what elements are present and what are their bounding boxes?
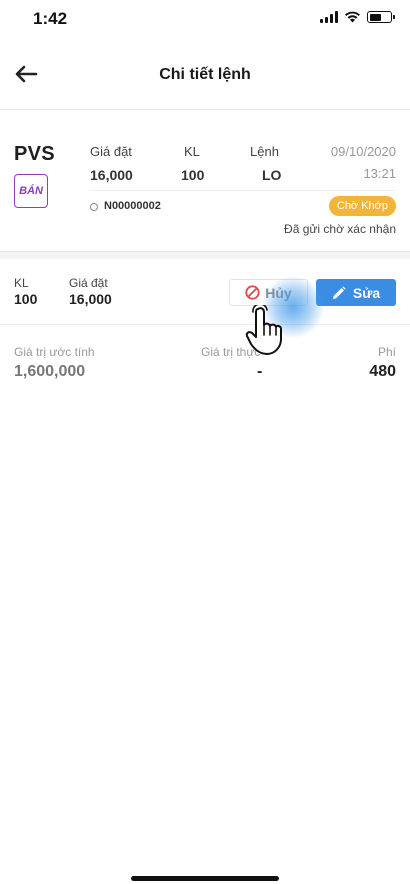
home-indicator xyxy=(131,876,279,881)
edit-order-button[interactable]: Sửa xyxy=(316,279,396,306)
cellular-signal-icon xyxy=(320,11,338,23)
status-note: Đã gửi chờ xác nhận xyxy=(284,222,396,236)
quantity-value: 100 xyxy=(181,167,205,183)
battery-icon xyxy=(367,11,395,23)
prohibited-icon xyxy=(245,285,260,300)
order-type-value: LO xyxy=(262,167,282,183)
action-row: KL 100 Giá đặt 16,000 Hủy Sửa xyxy=(0,259,410,325)
order-summary: Giá trị ước tính 1,600,000 Giá trị thực … xyxy=(0,326,410,386)
pencil-icon xyxy=(332,285,346,299)
estimated-value: 1,600,000 xyxy=(14,363,86,380)
order-side-badge: BÁN xyxy=(14,174,48,208)
matched-value: - xyxy=(257,363,263,380)
fee-label: Phí xyxy=(377,345,396,359)
edit-button-label: Sửa xyxy=(352,284,381,301)
status-icons xyxy=(320,11,395,23)
order-id: N00000002 xyxy=(104,200,161,212)
status-bar: 1:42 xyxy=(0,0,410,40)
circle-icon xyxy=(90,203,98,211)
order-date: 09/10/2020 xyxy=(330,144,396,159)
price-value: 16,000 xyxy=(90,167,133,183)
cancel-button-label: Hủy xyxy=(265,284,292,301)
cancel-order-button[interactable]: Hủy xyxy=(229,279,308,306)
action-price-value: 16,000 xyxy=(69,291,112,307)
action-price-label: Giá đặt xyxy=(69,276,108,290)
action-qty-label: KL xyxy=(14,276,29,290)
order-time: 13:21 xyxy=(363,166,396,181)
quantity-label: KL xyxy=(184,144,200,159)
fee-value: 480 xyxy=(369,363,396,380)
section-divider xyxy=(0,251,410,259)
order-card: PVS BÁN Giá đặt 16,000 KL 100 Lệnh LO 09… xyxy=(0,111,410,251)
card-divider xyxy=(90,190,396,191)
status-badge: Chờ Khớp xyxy=(328,196,396,216)
estimated-value-label: Giá trị ước tính xyxy=(14,345,95,359)
wifi-icon xyxy=(345,11,360,23)
stock-symbol: PVS xyxy=(14,143,55,165)
matched-value-label: Giá trị thực xyxy=(201,345,261,359)
status-time: 1:42 xyxy=(33,9,68,28)
header: Chi tiết lệnh xyxy=(0,40,410,110)
action-qty-value: 100 xyxy=(14,291,38,307)
order-type-label: Lệnh xyxy=(250,144,279,159)
page-title: Chi tiết lệnh xyxy=(159,66,251,83)
price-label: Giá đặt xyxy=(90,144,132,159)
